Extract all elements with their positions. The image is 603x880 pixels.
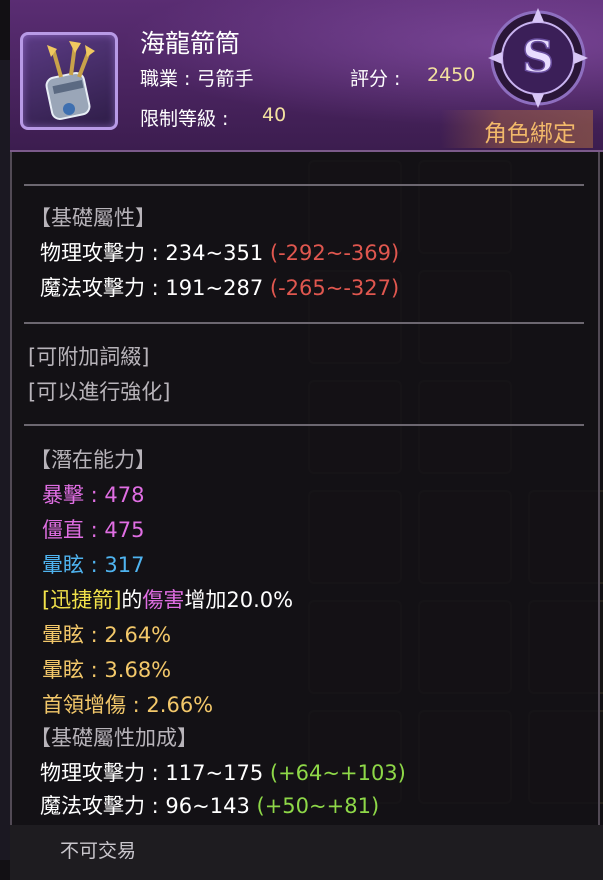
bonus-magic-diff: (+50~+81) xyxy=(256,794,380,818)
physical-attack-value: 物理攻擊力 : 234~351 xyxy=(40,241,264,265)
physical-attack-line: 物理攻擊力 : 234~351 (-292~-369) xyxy=(40,237,399,267)
level-requirement-value: 40 xyxy=(262,104,287,126)
score-value: 2450 xyxy=(427,64,476,86)
level-requirement-label: 限制等級 : xyxy=(140,108,229,130)
potential-boss-damage: 首領增傷 : 2.66% xyxy=(42,693,214,717)
item-icon-frame xyxy=(20,32,118,130)
enhance-note: [可以進行強化] xyxy=(28,380,171,404)
quiver-icon xyxy=(45,41,95,121)
skill-damage: 傷害 xyxy=(142,588,185,612)
potential-stun-pct-1: 暈眩 : 2.64% xyxy=(42,623,172,647)
divider xyxy=(24,424,584,426)
potential-stun-pct-2: 暈眩 : 3.68% xyxy=(42,658,172,682)
bonus-magic-line: 魔法攻擊力 : 96~143 (+50~+81) xyxy=(40,790,379,820)
physical-attack-diff: (-292~-369) xyxy=(269,241,400,265)
potential-header: 【潛在能力】 xyxy=(30,448,156,472)
bonus-stats-header: 【基礎屬性加成】 xyxy=(30,726,198,750)
bonus-physical-value: 物理攻擊力 : 117~175 xyxy=(40,761,264,785)
score-label: 評分 : xyxy=(350,68,401,90)
job-requirement: 職業 : 弓箭手 xyxy=(140,68,254,90)
item-name: 海龍箭筒 xyxy=(140,29,241,58)
potential-skill-line: [迅捷箭]的傷害增加20.0% xyxy=(42,584,293,614)
bonus-physical-diff: (+64~+103) xyxy=(269,761,406,785)
magic-attack-value: 魔法攻擊力 : 191~287 xyxy=(40,276,264,300)
affix-note: [可附加詞綴] xyxy=(28,345,150,369)
skill-of: 的 xyxy=(121,588,143,612)
magic-attack-line: 魔法攻擊力 : 191~287 (-265~-327) xyxy=(40,272,399,302)
binding-text: 角色綁定 xyxy=(484,121,576,147)
basic-stats-header: 【基礎屬性】 xyxy=(30,206,156,230)
skill-name: [迅捷箭] xyxy=(42,588,122,612)
bonus-physical-line: 物理攻擊力 : 117~175 (+64~+103) xyxy=(40,757,406,787)
grade-letter: S xyxy=(522,32,554,83)
skill-increase: 增加20.0% xyxy=(184,588,294,612)
bonus-magic-value: 魔法攻擊力 : 96~143 xyxy=(40,794,250,818)
potential-stiff: 僵直 : 475 xyxy=(42,518,145,542)
potential-stun: 暈眩 : 317 xyxy=(42,553,145,577)
inventory-left-strip xyxy=(0,60,10,860)
s-grade-emblem-icon: S xyxy=(488,8,588,108)
divider xyxy=(24,184,584,186)
trade-restriction: 不可交易 xyxy=(60,840,137,862)
divider xyxy=(24,322,584,324)
magic-attack-diff: (-265~-327) xyxy=(269,276,400,300)
potential-crit: 暴擊 : 478 xyxy=(42,483,145,507)
